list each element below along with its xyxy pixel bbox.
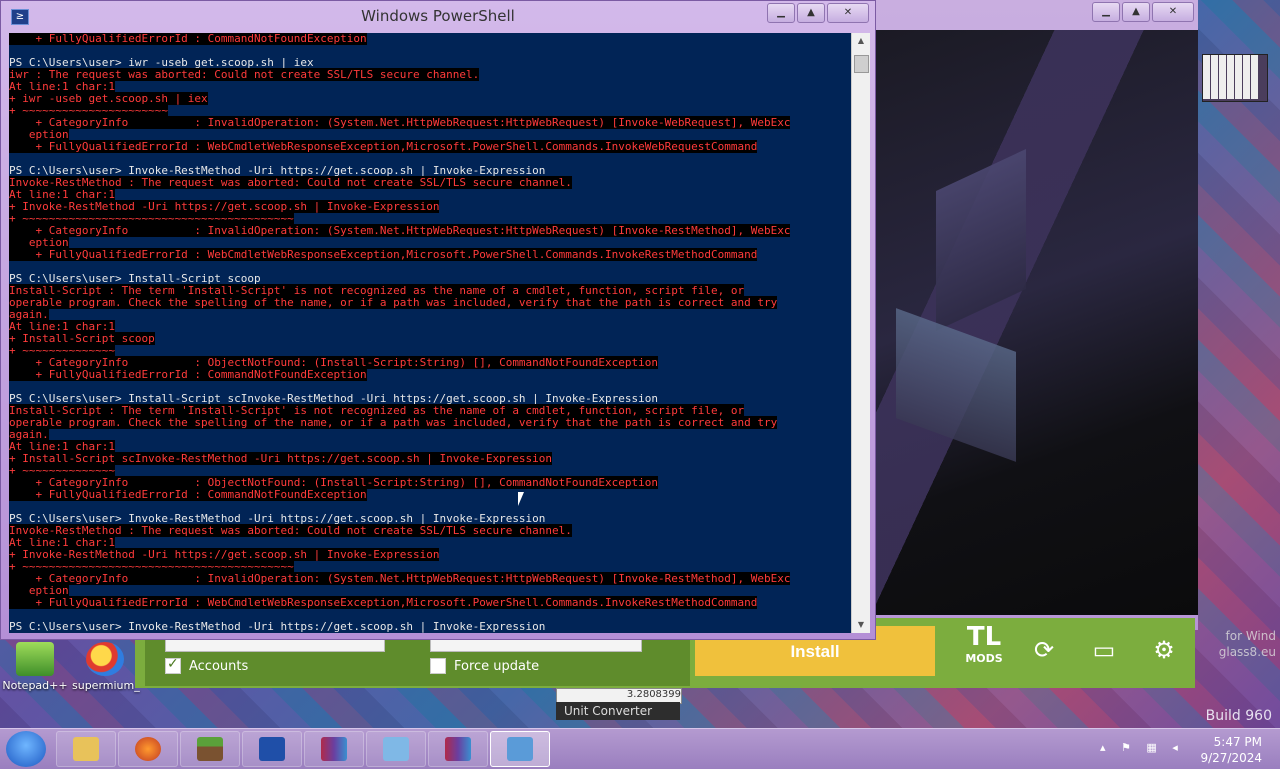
console-error-line: again. <box>9 428 851 441</box>
folder-icon[interactable]: ▭ <box>1090 636 1118 664</box>
taskbar: ▴ ⚑ ▦ ◂ 5:47 PM 9/27/2024 <box>0 728 1280 769</box>
piano-icon <box>1202 54 1268 102</box>
taskbar-minecraft[interactable] <box>180 731 240 767</box>
minimize-button[interactable]: ▁ <box>767 3 795 23</box>
clock-time[interactable]: 5:47 PM <box>1214 735 1262 749</box>
wallpaper-text-line: for Wind <box>1225 629 1276 643</box>
system-tray: ▴ ⚑ ▦ ◂ 5:47 PM 9/27/2024 <box>1090 729 1280 769</box>
firefox-icon <box>135 737 161 761</box>
console-output[interactable]: + FullyQualifiedErrorId : CommandNotFoun… <box>9 33 851 633</box>
taskbar-powershell[interactable] <box>242 731 302 767</box>
refresh-icon[interactable]: ⟳ <box>1030 636 1058 664</box>
desktop-icon-label: supermium_ <box>72 679 140 692</box>
winrar-icon <box>321 737 347 761</box>
window-controls: ▁ ▲ ✕ <box>1092 2 1194 22</box>
console-text: operable program. Check the spelling of … <box>9 416 778 429</box>
folder-icon <box>73 737 99 761</box>
taskbar-winrar-2[interactable] <box>428 731 488 767</box>
artwork-shape <box>896 308 1016 462</box>
wallpaper-text: for Wind glass8.eu <box>1219 628 1276 660</box>
force-update-label: Force update <box>454 658 540 674</box>
desktop-icon-supermium[interactable]: supermium_ <box>72 642 140 692</box>
close-button[interactable]: ✕ <box>1152 2 1194 22</box>
taskbar-winrar[interactable] <box>304 731 364 767</box>
powershell-icon <box>259 737 285 761</box>
accounts-checkbox[interactable]: Accounts <box>165 656 249 674</box>
background-app-window[interactable]: ▁ ▲ ✕ <box>866 0 1198 630</box>
build-watermark: Build 960 <box>1205 708 1272 724</box>
console-error-line: + FullyQualifiedErrorId : CommandNotFoun… <box>9 33 851 45</box>
start-button[interactable] <box>6 731 46 767</box>
window-controls: ▁ ▲ ✕ <box>767 3 869 23</box>
console-text: + CategoryInfo : InvalidOperation: (Syst… <box>9 572 791 585</box>
console-text: + FullyQualifiedErrorId : WebCmdletWebRe… <box>9 248 758 261</box>
taskbar-explorer[interactable] <box>56 731 116 767</box>
console-error-line: + CategoryInfo : InvalidOperation: (Syst… <box>9 116 851 129</box>
console-error-line: + FullyQualifiedErrorId : WebCmdletWebRe… <box>9 140 851 153</box>
wallpaper-text-line: glass8.eu <box>1218 645 1276 659</box>
console-error-line: + CategoryInfo : InvalidOperation: (Syst… <box>9 572 851 585</box>
background-artwork <box>876 30 1198 615</box>
maximize-button[interactable]: ▲ <box>1122 2 1150 22</box>
console-error-line: Invoke-RestMethod : The request was abor… <box>9 176 851 189</box>
console-text: + FullyQualifiedErrorId : CommandNotFoun… <box>9 368 367 381</box>
powershell-window[interactable]: ≥ Windows PowerShell ▁ ▲ ✕ + FullyQualif… <box>0 0 876 640</box>
checkbox-checked[interactable] <box>165 656 181 674</box>
console-text: operable program. Check the spelling of … <box>9 296 778 309</box>
vertical-scrollbar[interactable]: ▲ ▼ <box>851 33 870 633</box>
mouse-cursor-icon <box>518 492 524 506</box>
notepadpp-icon <box>16 642 54 676</box>
force-update-checkbox[interactable]: Force update <box>430 658 539 674</box>
unit-converter-gadget[interactable]: Unit Converter <box>556 702 680 720</box>
console-text: PS C:\Users\user> Invoke-RestMethod -Uri… <box>9 620 546 633</box>
console-error-line: Invoke-RestMethod : The request was abor… <box>9 524 851 537</box>
taskbar-firefox[interactable] <box>118 731 178 767</box>
maximize-button[interactable]: ▲ <box>797 3 825 23</box>
window-titlebar[interactable]: ≥ Windows PowerShell ▁ ▲ ✕ <box>1 1 875 33</box>
tray-icons[interactable]: ▴ ⚑ ▦ ◂ <box>1100 741 1184 754</box>
console-text: + FullyQualifiedErrorId : WebCmdletWebRe… <box>9 140 758 153</box>
supermium-icon <box>86 642 124 676</box>
console-error-line: + FullyQualifiedErrorId : WebCmdletWebRe… <box>9 248 851 261</box>
checkbox-unchecked[interactable] <box>430 658 446 674</box>
taskbar-installer[interactable] <box>490 731 550 767</box>
console-text: + FullyQualifiedErrorId : CommandNotFoun… <box>9 33 367 45</box>
computer-icon <box>507 737 533 761</box>
console-text: + CategoryInfo : InvalidOperation: (Syst… <box>9 224 791 237</box>
console-error-line: iwr : The request was aborted: Could not… <box>9 68 851 81</box>
console-error-line: operable program. Check the spelling of … <box>9 296 851 309</box>
desktop-icon-label: Notepad++ <box>2 679 68 692</box>
accounts-label: Accounts <box>189 658 249 674</box>
tlmods-logo[interactable]: TL MODS <box>960 624 1008 676</box>
console-text: + CategoryInfo : InvalidOperation: (Syst… <box>9 116 791 129</box>
console-line: PS C:\Users\user> Invoke-RestMethod -Uri… <box>9 621 851 633</box>
console-error-line: + FullyQualifiedErrorId : WebCmdletWebRe… <box>9 596 851 609</box>
console-error-line: + Install-Script scoop <box>9 332 851 345</box>
scroll-thumb[interactable] <box>854 55 869 73</box>
window-title: Windows PowerShell <box>361 7 515 25</box>
winrar-icon <box>445 737 471 761</box>
console-text: + FullyQualifiedErrorId : WebCmdletWebRe… <box>9 596 758 609</box>
minimize-button[interactable]: ▁ <box>1092 2 1120 22</box>
minecraft-icon <box>197 737 223 761</box>
console-error-line: + FullyQualifiedErrorId : CommandNotFoun… <box>9 368 851 381</box>
console-error-line: again. <box>9 308 851 321</box>
scroll-down-icon[interactable]: ▼ <box>852 617 870 633</box>
desktop-icon-notepadpp[interactable]: Notepad++ <box>2 642 68 692</box>
logo-text-bottom: MODS <box>965 652 1003 665</box>
scroll-up-icon[interactable]: ▲ <box>852 33 870 49</box>
unit-converter-label: Unit Converter <box>564 704 653 718</box>
notepad-icon <box>383 737 409 761</box>
console-error-line: + CategoryInfo : InvalidOperation: (Syst… <box>9 224 851 237</box>
clock-date[interactable]: 9/27/2024 <box>1200 751 1262 765</box>
console-error-line: + FullyQualifiedErrorId : CommandNotFoun… <box>9 488 851 501</box>
gear-icon[interactable]: ⚙ <box>1150 636 1178 664</box>
artwork-shape <box>936 149 1026 331</box>
console-text: + FullyQualifiedErrorId : CommandNotFoun… <box>9 488 367 501</box>
taskbar-notepad[interactable] <box>366 731 426 767</box>
console-error-line: + Install-Script scInvoke-RestMethod -Ur… <box>9 452 851 465</box>
console-error-line: operable program. Check the spelling of … <box>9 416 851 429</box>
close-button[interactable]: ✕ <box>827 3 869 23</box>
